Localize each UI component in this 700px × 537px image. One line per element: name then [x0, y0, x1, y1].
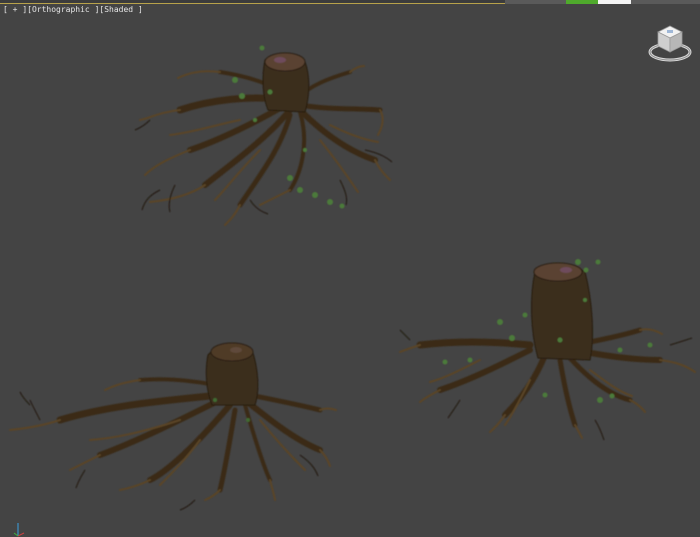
tree-stump-top[interactable] [134, 45, 393, 226]
scene-canvas[interactable] [0, 0, 700, 537]
tree-stump-bottom-right[interactable] [399, 259, 696, 441]
axis-tripod-icon [13, 523, 25, 537]
perspective-viewport[interactable]: [ + ][Orthographic ][Shaded ] [0, 0, 700, 537]
tree-stump-bottom-left[interactable] [9, 342, 337, 511]
